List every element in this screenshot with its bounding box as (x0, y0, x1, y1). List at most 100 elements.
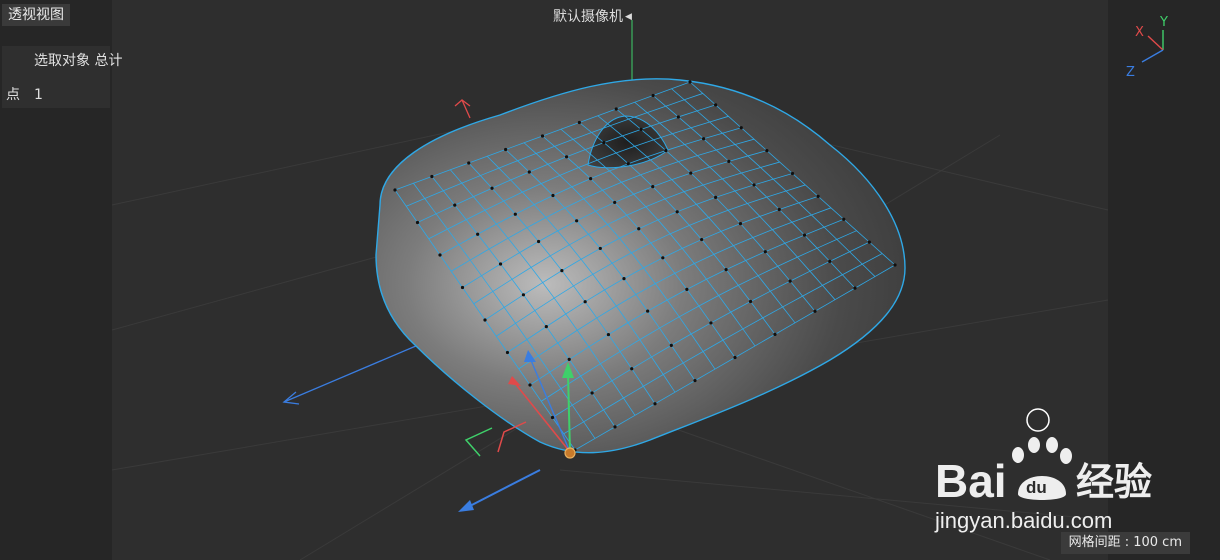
mesh-vertex[interactable] (483, 318, 487, 322)
mesh-vertex[interactable] (589, 177, 593, 181)
hud-panel: 选取对象 总计 点1 (2, 46, 122, 108)
mesh-vertex[interactable] (893, 263, 897, 267)
mesh-vertex[interactable] (453, 203, 457, 207)
mesh-vertex[interactable] (513, 212, 517, 216)
watermark-brand-latin: Bai (935, 455, 1007, 507)
mesh-vertex[interactable] (765, 149, 769, 153)
mesh-vertex[interactable] (709, 321, 713, 325)
mesh-vertex[interactable] (540, 134, 545, 138)
mesh-vertex[interactable] (689, 171, 693, 175)
mesh-vertex[interactable] (773, 332, 777, 336)
mesh-vertex[interactable] (490, 186, 494, 190)
mesh-vertex[interactable] (393, 188, 397, 192)
mesh-vertex[interactable] (748, 299, 753, 304)
mesh-vertex[interactable] (651, 93, 655, 98)
mesh-vertex[interactable] (630, 367, 634, 371)
mesh-vertex[interactable] (867, 240, 871, 244)
mesh-vertex[interactable] (693, 379, 697, 383)
watermark-brand-du: du (1026, 478, 1047, 497)
mesh-vertex[interactable] (564, 155, 569, 159)
mesh-object[interactable] (375, 78, 906, 454)
mesh-vertex[interactable] (528, 383, 532, 387)
hud-row-points: 点1 (6, 84, 43, 104)
mesh-vertex[interactable] (675, 210, 679, 214)
mesh-vertex[interactable] (583, 300, 587, 304)
mesh-vertex[interactable] (842, 217, 846, 221)
mesh-vertex[interactable] (614, 107, 618, 111)
mesh-vertex[interactable] (498, 262, 503, 266)
mesh-vertex[interactable] (669, 343, 673, 347)
mesh-vertex[interactable] (590, 391, 594, 395)
mesh-vertex[interactable] (661, 256, 665, 260)
dropdown-triangle-icon: ◀ (625, 12, 632, 22)
mesh-vertex[interactable] (415, 220, 420, 225)
mesh-vertex[interactable] (688, 80, 692, 84)
mesh-vertex[interactable] (816, 194, 820, 198)
mesh-vertex[interactable] (651, 184, 655, 189)
cursor-ring-icon (1026, 408, 1050, 432)
mesh-vertex[interactable] (653, 402, 657, 406)
mesh-vertex[interactable] (733, 355, 737, 360)
axis-z-label: Z (1126, 65, 1135, 80)
baidu-jingyan-watermark: Bai du 经验 jingyan.baidu.com (934, 437, 1152, 533)
orientation-gizmo: Y X Z (1126, 15, 1168, 80)
mesh-vertex[interactable] (701, 137, 706, 141)
mesh-vertex[interactable] (646, 309, 650, 313)
mesh-vertex[interactable] (802, 233, 807, 237)
z-direction-arrow-icon (458, 500, 474, 512)
mesh-vertex[interactable] (622, 276, 626, 281)
mesh-vertex[interactable] (752, 183, 756, 187)
editor-window: Y X Z Bai du 经验 jingyan.baidu.com 透视视图 默… (0, 0, 1220, 560)
mesh-vertex[interactable] (560, 269, 564, 273)
mesh-vertex[interactable] (714, 195, 718, 199)
mesh-vertex[interactable] (544, 325, 548, 329)
mesh-vertex[interactable] (626, 162, 630, 166)
pivot-point-icon[interactable] (564, 447, 576, 459)
grid-spacing-readout: 网格间距 : 100 cm (1060, 532, 1190, 554)
mesh-vertex[interactable] (613, 425, 617, 429)
camera-selector[interactable]: 默认摄像机 ◀ (553, 6, 632, 26)
viewport-title[interactable]: 透视视图 (2, 4, 70, 26)
mesh-vertex[interactable] (551, 193, 555, 198)
hud-row-label: 点 (6, 87, 20, 103)
mesh-vertex[interactable] (813, 309, 817, 313)
mesh-vertex[interactable] (521, 293, 526, 297)
mesh-vertex[interactable] (504, 147, 508, 152)
mesh-vertex[interactable] (739, 126, 743, 130)
mesh-vertex[interactable] (727, 159, 731, 163)
mesh-vertex[interactable] (527, 170, 531, 174)
mesh-vertex[interactable] (550, 415, 555, 420)
mesh-vertex[interactable] (577, 120, 581, 125)
mesh-vertex[interactable] (505, 350, 510, 355)
mesh-vertex[interactable] (763, 250, 767, 254)
mesh-vertex[interactable] (602, 141, 606, 145)
mesh-vertex[interactable] (637, 227, 641, 231)
mesh-vertex[interactable] (788, 279, 792, 283)
mesh-vertex[interactable] (598, 246, 602, 251)
mesh-vertex[interactable] (790, 171, 795, 176)
mesh-vertex[interactable] (700, 237, 704, 242)
mesh-vertex[interactable] (536, 239, 541, 244)
mesh-vertex[interactable] (567, 357, 571, 362)
mesh-vertex[interactable] (467, 161, 471, 165)
mesh-vertex[interactable] (639, 127, 643, 132)
mesh-vertex[interactable] (575, 219, 579, 223)
mesh-vertex[interactable] (613, 200, 617, 205)
mesh-vertex[interactable] (664, 148, 668, 153)
mesh-vertex[interactable] (777, 207, 781, 212)
mesh-vertex[interactable] (853, 286, 857, 290)
mesh-vertex[interactable] (724, 268, 728, 272)
mesh-vertex[interactable] (685, 287, 689, 291)
mesh-vertex[interactable] (476, 232, 480, 236)
mesh-vertex[interactable] (676, 115, 680, 119)
mesh-vertex[interactable] (714, 103, 718, 107)
mesh-vertex[interactable] (606, 332, 611, 337)
mesh-vertex[interactable] (828, 259, 832, 264)
watermark-url: jingyan.baidu.com (934, 508, 1112, 533)
axis-y-label: Y (1159, 15, 1168, 30)
mesh-vertex[interactable] (438, 253, 442, 257)
viewport-scene[interactable]: Y X Z Bai du 经验 jingyan.baidu.com (0, 0, 1220, 560)
mesh-vertex[interactable] (460, 285, 465, 290)
mesh-vertex[interactable] (430, 174, 434, 179)
mesh-vertex[interactable] (738, 222, 743, 226)
